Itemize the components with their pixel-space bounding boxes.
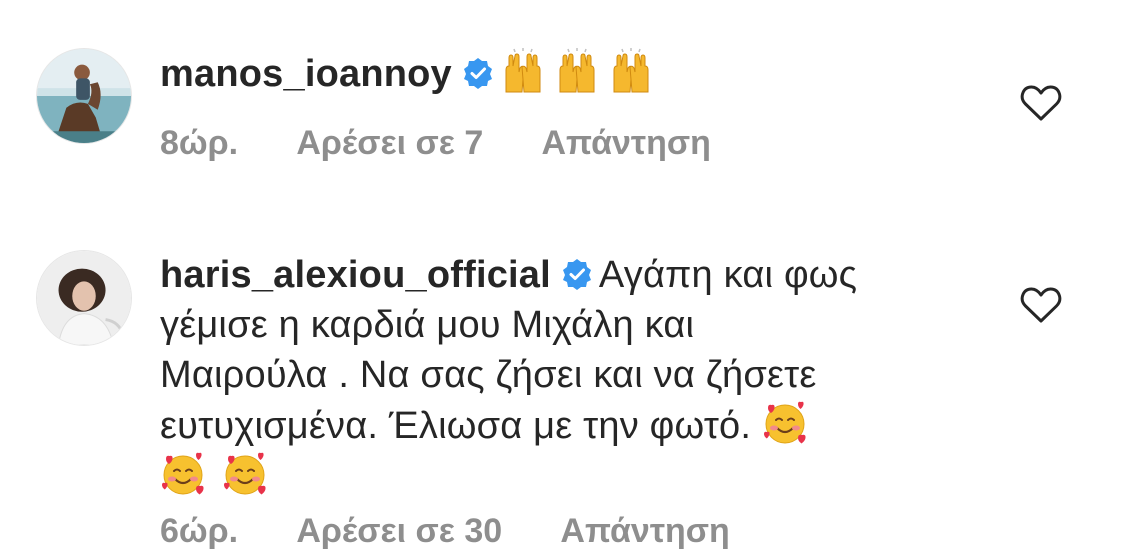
comment-meta: 6ώρ. Αρέσει σε 30 Απάντηση: [160, 512, 780, 551]
smiling-face-with-hearts-emoji: [160, 451, 206, 497]
rider-avatar-image: [37, 49, 131, 143]
comment-time: 6ώρ.: [160, 512, 239, 550]
avatar[interactable]: [36, 250, 132, 346]
avatar[interactable]: [36, 48, 132, 144]
raising-hands-emoji: [500, 48, 546, 94]
comment-meta: 8ώρ. Αρέσει σε 7 Απάντηση: [160, 124, 761, 163]
smiling-face-with-hearts-emoji: [222, 451, 268, 497]
reply-button[interactable]: Απάντηση: [560, 512, 729, 550]
smiling-face-with-hearts-emoji: [762, 400, 808, 446]
comment-text: γέμισε η καρδιά μου Μιχάλη και: [160, 304, 695, 346]
comment-text: Μαιρούλα . Να σας ζήσει και να ζήσετε: [160, 354, 817, 396]
comment-time: 8ώρ.: [160, 124, 239, 162]
verified-badge-icon: [462, 57, 494, 89]
reply-button[interactable]: Απάντηση: [541, 124, 710, 162]
woman-avatar-image: [37, 251, 131, 345]
likes-count-link[interactable]: Αρέσει σε 7: [296, 124, 483, 162]
comment-line: ευτυχισμένα. Έλιωσα με την φωτό.: [160, 400, 950, 451]
comment-body: manos_ioannoy: [160, 48, 950, 99]
likes-count-link[interactable]: Αρέσει σε 30: [296, 512, 502, 550]
comment-body: haris_alexiou_official Αγάπη και φως γέμι…: [160, 250, 950, 502]
comment-line: haris_alexiou_official Αγάπη και φως: [160, 250, 950, 300]
heart-outline-icon[interactable]: [1020, 286, 1062, 324]
comment-line: [160, 451, 950, 502]
username[interactable]: haris_alexiou_official: [160, 254, 551, 296]
raising-hands-emoji: [554, 48, 600, 94]
raising-hands-emoji: [608, 48, 654, 94]
username[interactable]: manos_ioannoy: [160, 53, 452, 95]
comment-text: ευτυχισμένα. Έλιωσα με την φωτό.: [160, 405, 752, 447]
verified-badge-icon: [561, 258, 593, 290]
heart-outline-icon[interactable]: [1020, 84, 1062, 122]
comment-text: Αγάπη και φως: [598, 254, 858, 296]
